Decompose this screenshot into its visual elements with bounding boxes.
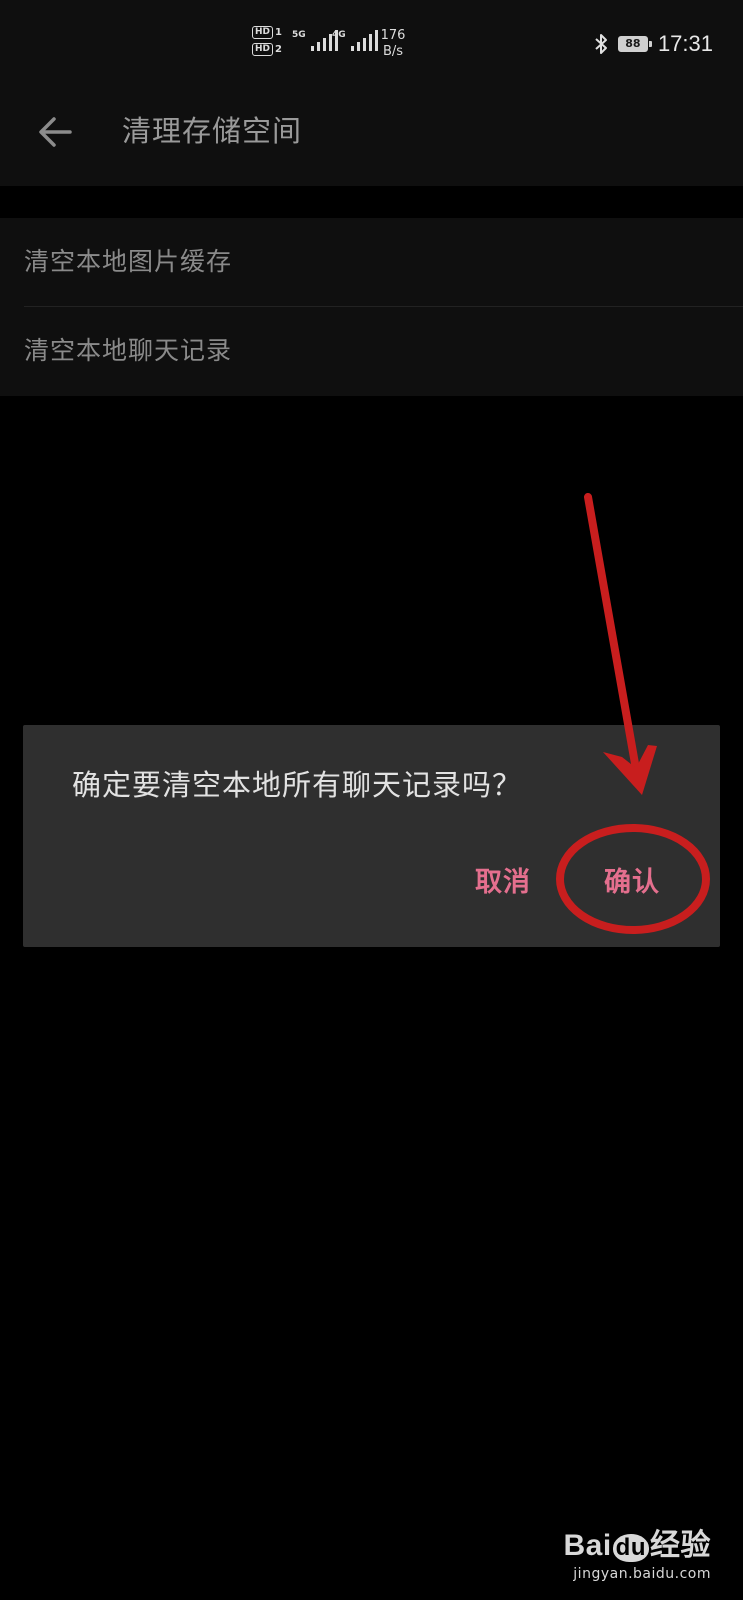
sim2-index: 2 <box>275 44 282 55</box>
baidu-logo: Bai du 经验 <box>563 1520 711 1564</box>
sim1-index: 1 <box>275 27 282 38</box>
battery-level: 88 <box>625 37 641 50</box>
baidu-watermark: Bai du 经验 jingyan.baidu.com <box>563 1520 711 1582</box>
watermark-url: jingyan.baidu.com <box>573 1566 711 1582</box>
sim1-label: HD <box>252 26 274 39</box>
page-title: 清理存储空间 <box>122 114 303 148</box>
arrow-left-icon <box>39 117 72 147</box>
logo-paw: du <box>612 1534 649 1562</box>
speed-value: 176 <box>380 28 406 43</box>
status-right: 88 17:31 <box>594 31 713 57</box>
speed-unit: B/s <box>382 44 404 59</box>
signal-4g-icon: 4G <box>332 30 378 51</box>
sim-indicators: HD 1 HD 2 <box>252 26 282 56</box>
battery-icon: 88 <box>617 36 652 52</box>
sim2-hd-icon: HD 2 <box>252 43 282 56</box>
storage-options-list: 清空本地图片缓存 清空本地聊天记录 <box>0 218 743 396</box>
bluetooth-icon <box>595 34 607 54</box>
list-item-clear-chat-history[interactable]: 清空本地聊天记录 <box>24 307 743 395</box>
cancel-button[interactable]: 取消 <box>475 865 531 901</box>
clock: 17:31 <box>657 31 713 56</box>
signal-5g-icon: 5G <box>292 30 338 51</box>
logo-part3: 经验 <box>650 1529 711 1562</box>
confirm-button[interactable]: 确认 <box>604 865 660 901</box>
dialog-message: 确定要清空本地所有聊天记录吗？ <box>72 768 523 802</box>
list-item-clear-image-cache[interactable]: 清空本地图片缓存 <box>24 218 743 306</box>
sim1-hd-icon: HD 1 <box>252 26 282 39</box>
confirm-dialog: 确定要清空本地所有聊天记录吗？ 取消 确认 <box>23 725 720 947</box>
logo-part1: Bai <box>563 1529 612 1562</box>
status-bar: HD 1 HD 2 5G 4G 176 B/s 88 17:31 <box>0 0 743 90</box>
network1-label: 5G <box>292 30 306 40</box>
network-speed: 176 B/s <box>376 28 410 60</box>
back-button[interactable] <box>34 110 78 154</box>
app-bar: 清理存储空间 <box>0 90 743 186</box>
sim2-label: HD <box>252 43 274 56</box>
network2-label: 4G <box>332 30 346 40</box>
